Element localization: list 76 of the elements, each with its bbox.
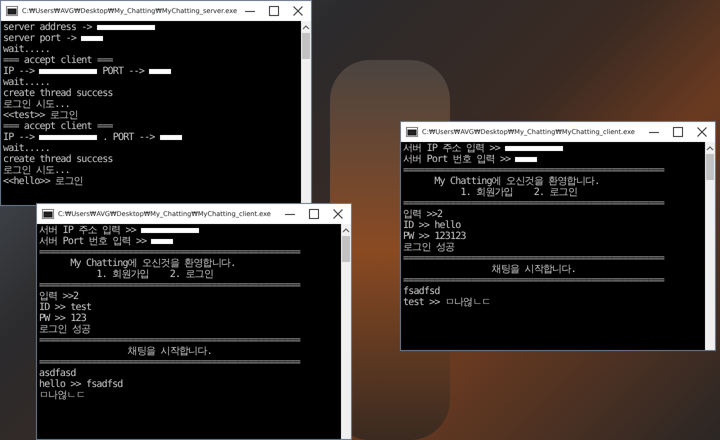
console-text: ================================================== [403,165,664,176]
console-app-icon [406,127,418,137]
console-text: wait..... [3,143,50,154]
console-text: 입력 >>2 [39,291,78,302]
console-text: 1. 회원가입 2. 로그인 [95,269,214,280]
console-text: ================================================== [39,357,300,368]
console-text: server address -> [3,22,92,33]
console-text: ================================================== [403,275,664,286]
console-text: PW >> 123 [39,313,86,324]
console-text: 로그인 성공 [403,242,454,253]
console-text: === accept client === [3,55,113,66]
close-icon[interactable] [697,127,707,137]
console-text: ================================================== [39,335,300,346]
console-text: test >> ㅁ나얺ㄴㄷ [403,297,491,308]
console-text: 서버 Port 번호 입력 >> [39,236,146,247]
close-icon[interactable] [293,6,303,16]
console-text: 채팅을 시작합니다. [126,346,212,357]
console-text: === accept client === [3,121,113,132]
console-text: fsadfsd [403,286,440,297]
console-app-icon [6,6,18,16]
scrollbar[interactable] [301,21,311,205]
console-text: 입력 >>2 [403,209,442,220]
console-text: . PORT --> [102,132,155,143]
close-icon[interactable] [333,209,343,219]
console-text: IP --> [3,66,34,77]
console-text: 로그인 성공 [39,324,90,335]
maximize-icon[interactable] [309,209,319,219]
console-text: ㅁ나얺ㄴㄷ [39,390,86,401]
redaction-bar [140,228,199,233]
console-text: <<hello>> 로그인 [3,176,83,187]
console-text: ================================================== [39,247,300,258]
redaction-bar [96,25,155,30]
console-text: PW >> 123123 [403,231,466,242]
console-text: IP --> [3,132,34,143]
console-app-icon [42,209,54,219]
scroll-up-icon[interactable] [342,227,350,233]
scrollbar[interactable] [341,224,351,439]
console-text: asdfasd [39,368,76,379]
console-text: 서버 IP 주소 입력 >> [39,225,136,236]
scrollbar-thumb[interactable] [302,33,310,59]
redaction-bar [504,146,563,151]
redaction-bar [81,36,104,41]
console-text: ID >> test [39,302,92,313]
console-text: <<test>> 로그인 [3,110,78,121]
console-text: PORT --> [102,66,144,77]
console-text: ================================================== [403,253,664,264]
maximize-icon[interactable] [673,127,683,137]
console-text: wait..... [3,44,50,55]
redaction-bar [39,69,98,74]
console-text: My Chatting에 오신것을 환영합니다. [433,176,600,187]
console-text: ================================================== [403,198,664,209]
redaction-bar [151,239,174,244]
console-text: ================================================== [39,280,300,291]
scrollbar-thumb[interactable] [706,154,714,180]
console-text: hello >> fsadfsd [39,379,123,390]
console-text: server port -> [3,33,76,44]
console-text: 채팅을 시작합니다. [490,264,576,275]
console-text: My Chatting에 오신것을 환영합니다. [69,258,236,269]
console-text: 로그인 시도... [3,165,70,176]
scroll-up-icon[interactable] [302,24,310,30]
scrollbar-thumb[interactable] [342,236,350,262]
console-text: 로그인 시도... [3,99,70,110]
maximize-icon[interactable] [269,6,279,16]
console-text: create thread success [3,154,113,165]
scroll-up-icon[interactable] [706,145,714,151]
console-text: wait..... [3,77,50,88]
console-text: ID >> hello [403,220,460,231]
console-text: 1. 회원가입 2. 로그인 [459,187,578,198]
console-text: 서버 IP 주소 입력 >> [403,143,500,154]
console-text: 서버 Port 번호 입력 >> [403,154,510,165]
redaction-bar [515,157,538,162]
redaction-bar [160,135,182,140]
redaction-bar [39,135,98,140]
scrollbar[interactable] [705,142,715,350]
redaction-bar [149,69,172,74]
console-text: create thread success [3,88,113,99]
